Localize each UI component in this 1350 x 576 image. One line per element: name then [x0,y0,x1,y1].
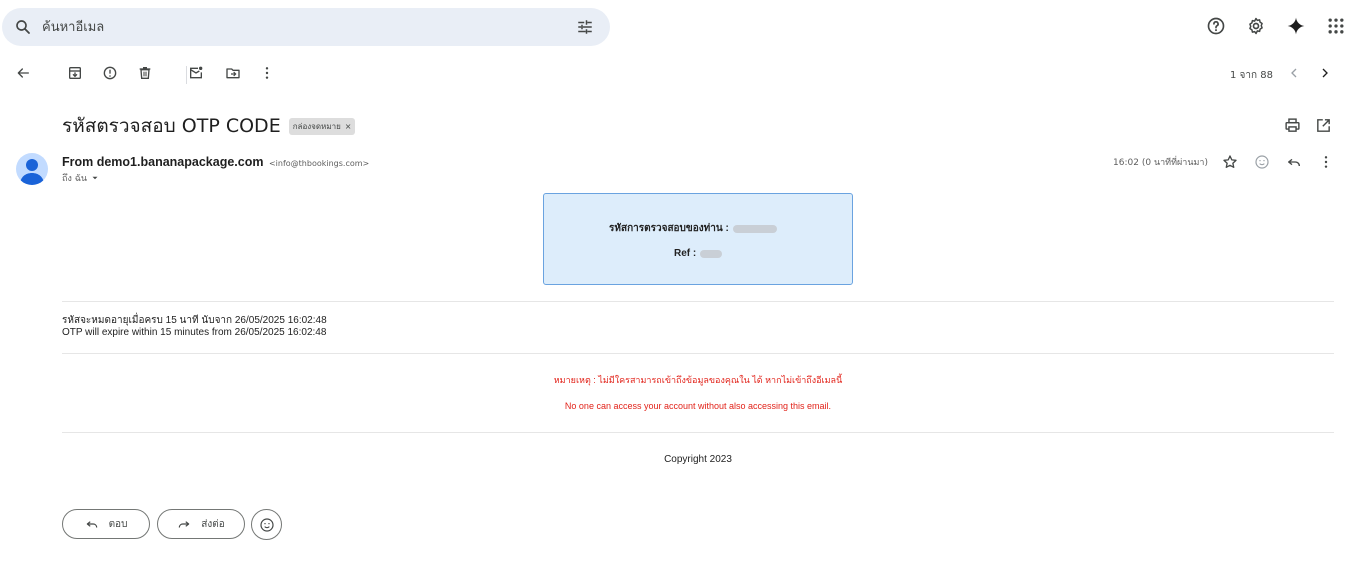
recipient-dropdown-icon[interactable] [90,173,100,183]
otp-code-redacted [732,224,777,233]
settings-icon[interactable] [1246,16,1266,36]
gemini-sparkle-icon[interactable] [1286,16,1306,36]
otp-ref-line: Ref : [674,248,723,259]
otp-expiry-thai: รหัสจะหมดอายุเมื่อครบ 15 นาที นับจาก 26/… [62,315,327,326]
toolbar-divider [186,66,187,84]
divider [62,353,1334,354]
subject-actions [1284,117,1332,134]
move-to-icon[interactable] [225,65,241,81]
emoji-icon [259,517,275,533]
message-time: 16:02 (0 นาทีที่ผ่านมา) [1113,158,1208,168]
otp-code-line: รหัสการตรวจสอบของท่าน : [609,221,777,236]
otp-ref-label: Ref : [674,248,697,259]
star-icon[interactable] [1222,154,1238,170]
reply-arrow-icon [85,517,99,531]
search-icon[interactable] [14,18,32,36]
sender-address: <info@thbookings.com> [268,159,370,168]
forward-button-label: ส่งต่อ [201,518,225,530]
delete-icon[interactable] [137,65,153,81]
apps-grid-icon[interactable] [1326,16,1346,36]
print-icon[interactable] [1284,117,1301,134]
older-chevron-right-icon[interactable] [1317,65,1333,81]
forward-button[interactable]: ส่งต่อ [157,509,245,539]
security-note-thai: หมายเหตุ : ไม่มีใครสามารถเข้าถึงข้อมูลขอ… [553,375,843,385]
top-bar [0,0,1350,56]
otp-expiry-text: รหัสจะหมดอายุเมื่อครบ 15 นาที นับจาก 26/… [62,315,327,339]
message-more-vert-icon[interactable] [1318,154,1334,170]
recipient-label: ถึง ฉัน [62,174,87,184]
remove-label-icon[interactable]: × [345,122,352,131]
archive-icon[interactable] [67,65,83,81]
search-bar[interactable] [2,8,610,46]
forward-arrow-icon [177,517,191,531]
otp-ref-redacted [700,249,723,258]
message-meta-actions: 16:02 (0 นาทีที่ผ่านมา) [1113,154,1334,170]
mark-unread-icon[interactable] [188,65,204,81]
back-arrow-icon[interactable] [15,65,31,81]
reply-button-label: ตอบ [108,518,128,530]
newer-chevron-left-icon[interactable] [1286,65,1302,81]
copyright-text: Copyright 2023 [664,454,732,465]
pager-count: 1 จาก 88 [1230,70,1273,81]
help-icon[interactable] [1206,16,1226,36]
search-options-icon[interactable] [576,18,594,36]
security-note-english: No one can access your account without a… [564,401,832,411]
report-spam-icon[interactable] [102,65,118,81]
divider [62,301,1334,302]
otp-code-label: รหัสการตรวจสอบของท่าน : [609,223,729,234]
message-toolbar: 1 จาก 88 [0,62,1350,88]
divider [62,432,1334,433]
reply-button[interactable]: ตอบ [62,509,150,539]
inbox-label-chip[interactable]: กล่องจดหมาย × [288,117,356,135]
top-actions [1206,16,1346,36]
search-input[interactable] [42,15,562,39]
sender-line: From demo1.bananapackage.com <info@thboo… [62,155,369,169]
open-in-new-window-icon[interactable] [1315,117,1332,134]
recipient-details[interactable]: ถึง ฉัน [62,171,100,185]
add-reaction-emoji-icon[interactable] [1254,154,1270,170]
more-vert-icon[interactable] [259,65,275,81]
inbox-label-text: กล่องจดหมาย [292,121,341,131]
sender-avatar[interactable] [16,153,48,185]
otp-expiry-english: OTP will expire within 15 minutes from 2… [62,327,327,338]
sender-name[interactable]: From demo1.bananapackage.com [62,155,263,169]
reply-icon[interactable] [1286,154,1302,170]
subject-row: รหัสตรวจสอบ OTP CODE กล่องจดหมาย × [62,111,356,141]
email-subject: รหัสตรวจสอบ OTP CODE [62,115,281,137]
emoji-reaction-button[interactable] [251,509,282,540]
otp-code-box: รหัสการตรวจสอบของท่าน : Ref : [543,193,853,285]
